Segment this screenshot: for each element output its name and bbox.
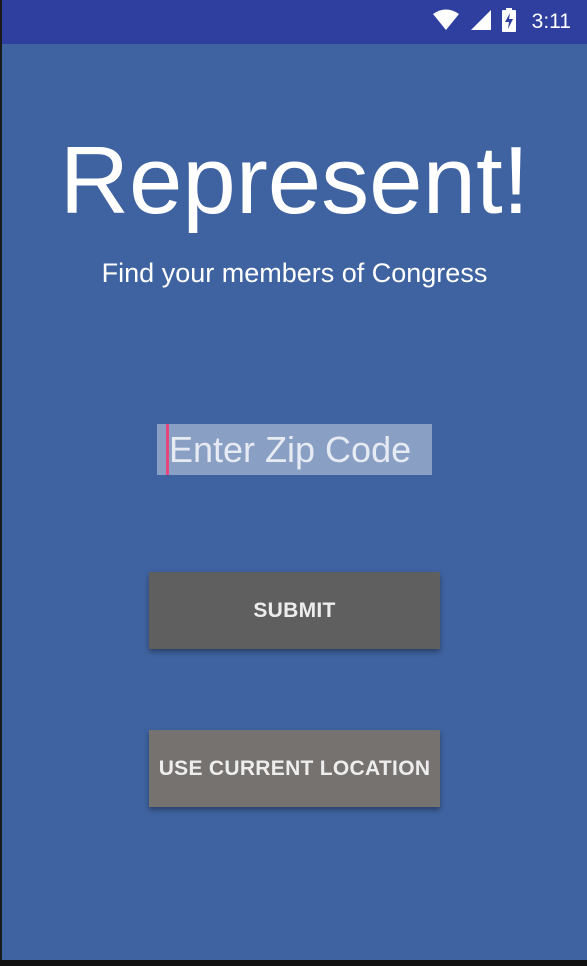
zip-code-field[interactable]	[157, 424, 432, 475]
app-screen: 3:11 Represent! Find your members of Con…	[0, 0, 587, 960]
status-icons: 3:11	[432, 0, 571, 44]
app-subtitle: Find your members of Congress	[101, 258, 488, 288]
use-current-location-button[interactable]: USE CURRENT LOCATION	[149, 730, 440, 807]
wifi-icon	[432, 9, 460, 36]
zip-code-input[interactable]	[169, 424, 432, 475]
signal-icon	[470, 9, 492, 36]
bottom-edge	[0, 960, 587, 966]
submit-button[interactable]: SUBMIT	[149, 572, 440, 649]
app-title: Represent!	[59, 127, 530, 234]
status-bar: 3:11	[2, 0, 587, 44]
battery-charging-icon	[501, 7, 516, 37]
status-time: 3:11	[531, 10, 571, 33]
